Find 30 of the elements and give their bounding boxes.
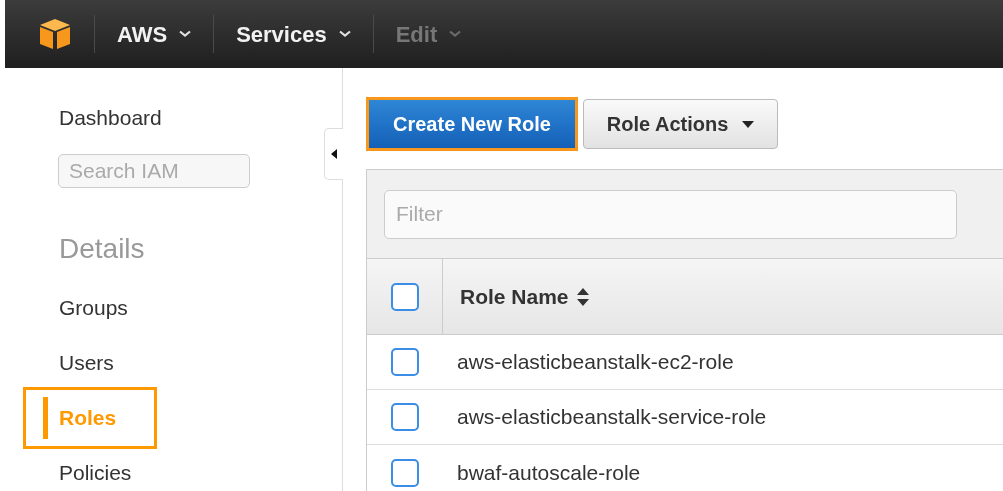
table-row[interactable]: aws-elasticbeanstalk-service-role [367,390,1003,445]
table-row[interactable]: aws-elasticbeanstalk-ec2-role [367,335,1003,390]
caret-icon [179,30,192,38]
sidebar-item[interactable]: Policies [59,455,342,491]
filter-field[interactable]: Filter [384,189,957,239]
caret-icon [742,120,755,128]
left-triangle-icon [331,149,337,159]
nav-menu[interactable]: Services [236,17,351,51]
role-actions-button[interactable]: Role Actions [582,99,779,149]
sidebar-item[interactable]: Groups [59,290,342,326]
column-header[interactable]: Role Name [460,280,589,313]
table-cell-text: aws-elasticbeanstalk-service-role [457,404,767,431]
table-row[interactable]: bwaf-autoscale-role [367,445,1003,491]
caret-icon [449,30,462,38]
sort-icon [576,287,589,306]
collapse-tab[interactable] [324,128,343,180]
search-field[interactable]: Search IAM [58,153,250,188]
checkbox[interactable] [391,403,419,431]
checkbox[interactable] [391,458,419,487]
checkbox[interactable] [391,348,419,376]
dashboard-link[interactable]: Dashboard [59,102,342,134]
caret-icon [338,30,351,38]
nav-menu[interactable]: AWS [117,17,192,51]
sidebar-item[interactable]: Users [59,345,342,381]
create-role-button[interactable]: Create New Role [366,97,578,151]
section-title: Details [59,232,146,266]
table-cell-text: aws-elasticbeanstalk-ec2-role [457,349,734,376]
checkbox[interactable] [390,282,419,311]
cube-logo-icon[interactable] [38,18,72,50]
table-cell-text: bwaf-autoscale-role [457,459,641,486]
